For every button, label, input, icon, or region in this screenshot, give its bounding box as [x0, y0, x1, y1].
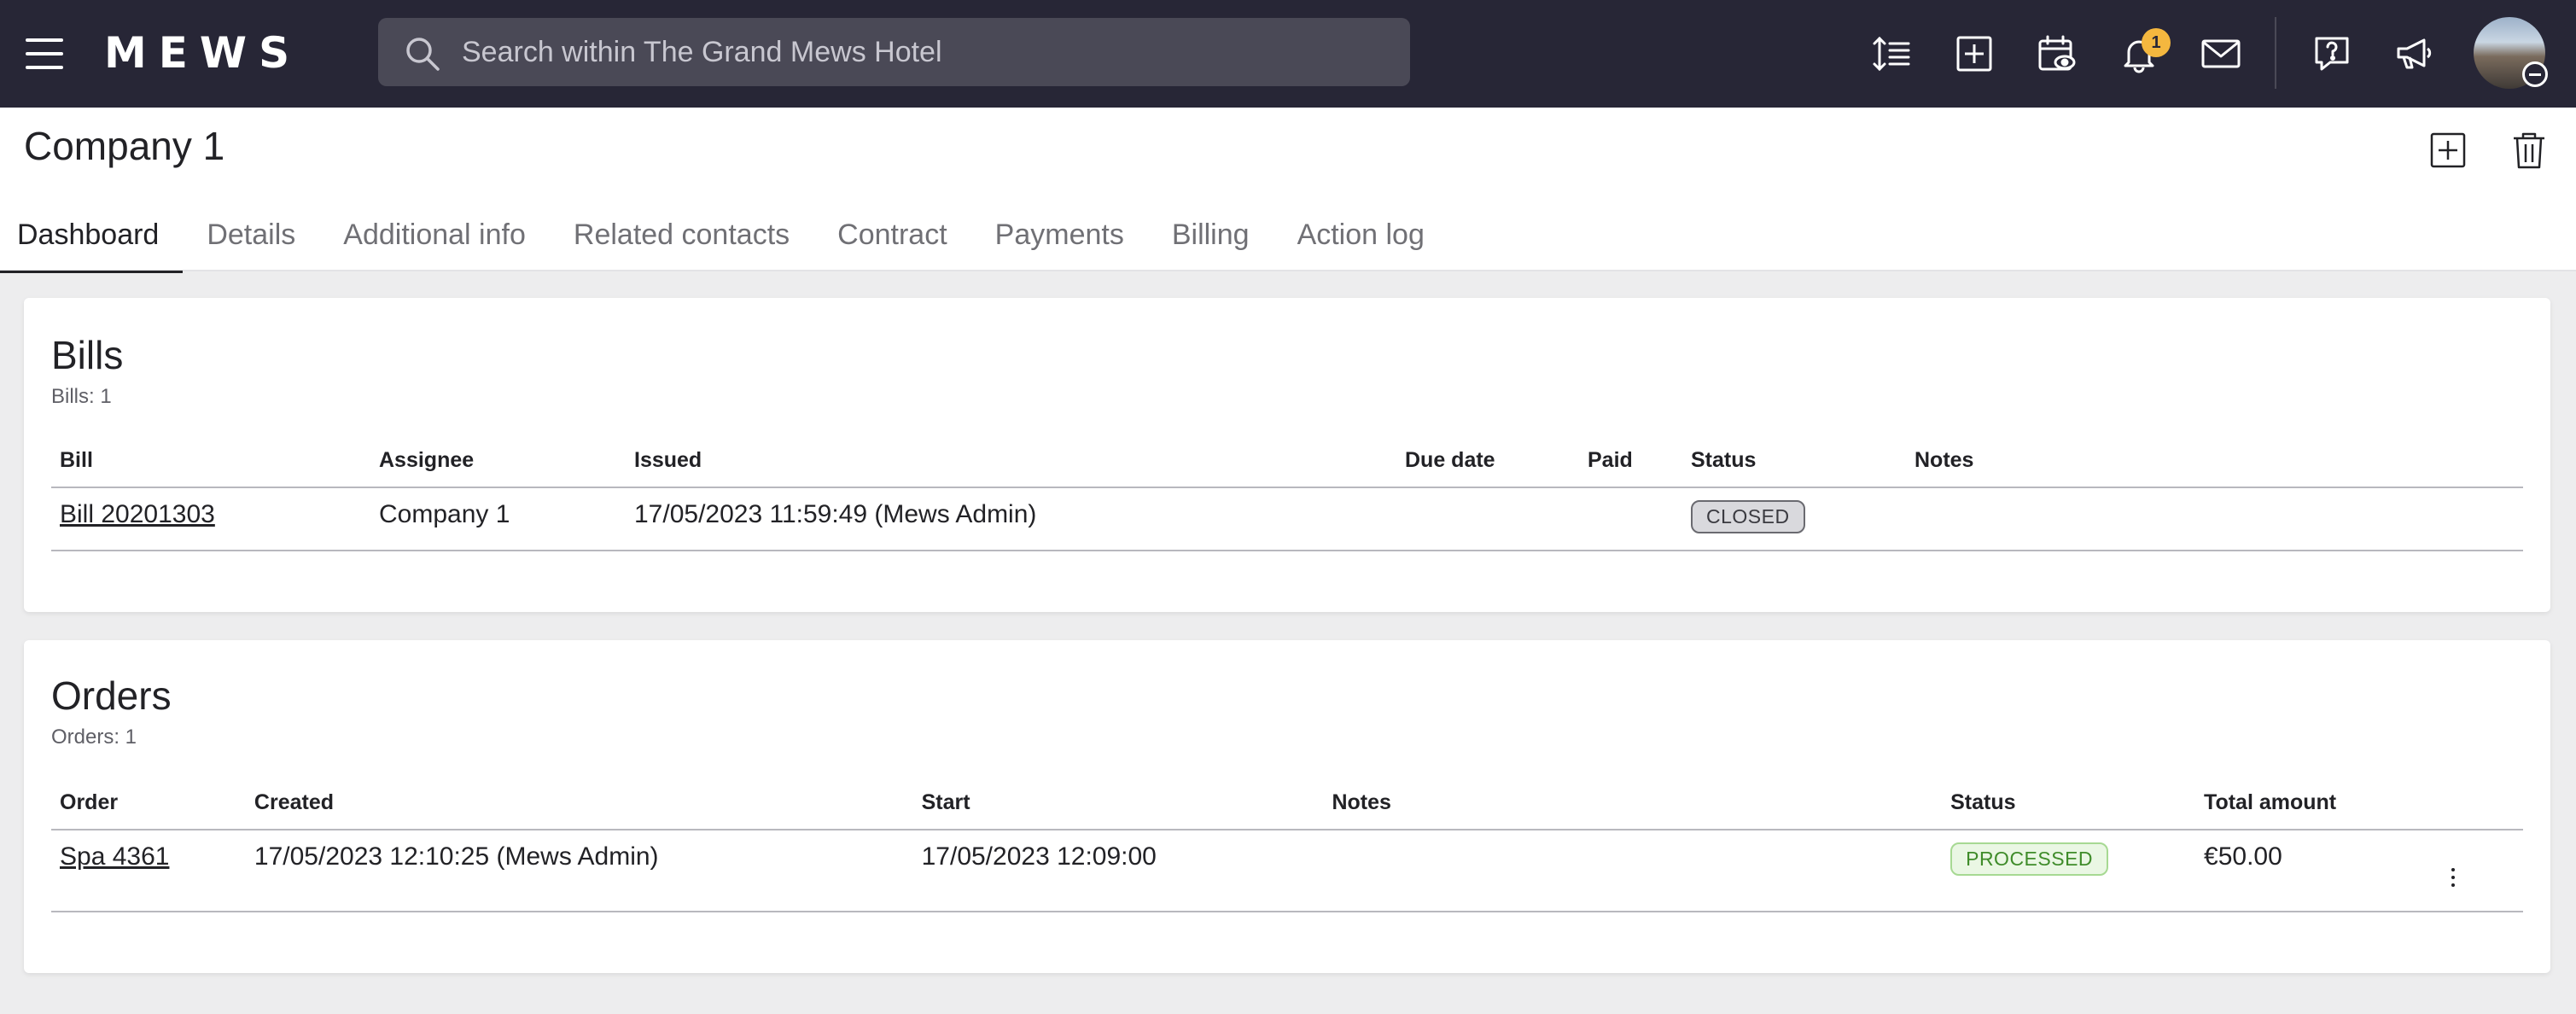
- add-square-icon: [2430, 132, 2466, 168]
- order-notes: [1323, 830, 1943, 912]
- table-row: Bill 20201303 Company 1 17/05/2023 11:59…: [51, 487, 2523, 551]
- help-icon[interactable]: [2306, 28, 2357, 79]
- tab-payments[interactable]: Payments: [971, 198, 1148, 271]
- mail-icon[interactable]: [2195, 28, 2247, 79]
- bill-link[interactable]: Bill 20201303: [60, 500, 215, 528]
- calendar-view-icon[interactable]: [2031, 28, 2083, 79]
- bill-due-date: [1396, 487, 1579, 551]
- page-header: Company 1 Dashboard Details Additional i…: [0, 108, 2576, 273]
- column-header-assignee[interactable]: Assignee: [370, 434, 626, 488]
- toolbar-divider: [2275, 17, 2276, 89]
- table-row: Spa 4361 17/05/2023 12:10:25 (Mews Admin…: [51, 830, 2523, 912]
- orders-card: Orders Orders: 1 Order Created Start Not…: [24, 640, 2550, 973]
- orders-table: Order Created Start Notes Status Total a…: [51, 777, 2523, 912]
- megaphone-icon[interactable]: [2388, 28, 2439, 79]
- notification-badge: 1: [2142, 28, 2171, 57]
- order-link[interactable]: Spa 4361: [60, 842, 169, 871]
- bills-card: Bills Bills: 1 Bill Assignee Issued Due …: [24, 298, 2550, 612]
- column-header-issued[interactable]: Issued: [626, 434, 1396, 488]
- order-total-amount: €50.00: [2195, 830, 2434, 912]
- column-header-created[interactable]: Created: [245, 777, 913, 830]
- tab-action-log[interactable]: Action log: [1273, 198, 1448, 271]
- tab-details[interactable]: Details: [183, 198, 319, 271]
- bills-count: Bills: 1: [51, 385, 112, 408]
- sort-lines-icon[interactable]: [1866, 28, 1917, 79]
- column-header-status[interactable]: Status: [1942, 777, 2196, 830]
- tab-dashboard[interactable]: Dashboard: [0, 198, 184, 273]
- column-header-start[interactable]: Start: [912, 777, 1324, 830]
- tab-billing[interactable]: Billing: [1148, 198, 1273, 271]
- bills-header-row: Bill Assignee Issued Due date Paid Statu…: [51, 434, 2523, 488]
- search-icon: [406, 38, 440, 71]
- bell-icon[interactable]: 1: [2113, 28, 2171, 79]
- more-options-icon[interactable]: [2443, 863, 2463, 892]
- column-header-total-amount[interactable]: Total amount: [2195, 777, 2434, 830]
- page-title: Company 1: [24, 124, 225, 168]
- bill-assignee: Company 1: [370, 487, 626, 551]
- avatar-status-icon: [2522, 61, 2548, 87]
- bills-table: Bill Assignee Issued Due date Paid Statu…: [51, 434, 2523, 551]
- column-header-notes[interactable]: Notes: [1906, 434, 2523, 488]
- bill-notes: [1906, 487, 2523, 551]
- bill-issued: 17/05/2023 11:59:49 (Mews Admin): [626, 487, 1396, 551]
- search-bar: [378, 18, 1410, 86]
- orders-title: Orders: [51, 673, 172, 718]
- delete-button[interactable]: [2505, 126, 2553, 174]
- top-navigation-bar: MEWS 1: [0, 0, 2576, 108]
- order-start: 17/05/2023 12:09:00: [912, 830, 1324, 912]
- column-header-bill[interactable]: Bill: [51, 434, 370, 488]
- bill-paid: [1579, 487, 1682, 551]
- status-badge: CLOSED: [1691, 500, 1805, 533]
- column-header-order[interactable]: Order: [51, 777, 246, 830]
- orders-header-row: Order Created Start Notes Status Total a…: [51, 777, 2523, 830]
- tab-related-contacts[interactable]: Related contacts: [550, 198, 813, 271]
- trash-icon: [2514, 132, 2544, 169]
- column-header-actions: [2434, 777, 2523, 830]
- add-button[interactable]: [2424, 126, 2472, 174]
- column-header-notes[interactable]: Notes: [1323, 777, 1943, 830]
- column-header-paid[interactable]: Paid: [1579, 434, 1682, 488]
- column-header-status[interactable]: Status: [1682, 434, 1906, 488]
- tab-contract[interactable]: Contract: [813, 198, 971, 271]
- menu-icon[interactable]: [26, 38, 63, 69]
- mews-logo[interactable]: MEWS: [104, 28, 301, 78]
- tab-additional-info[interactable]: Additional info: [319, 198, 550, 271]
- tab-bar: Dashboard Details Additional info Relate…: [0, 198, 1448, 273]
- search-input[interactable]: [462, 18, 1384, 86]
- orders-count: Orders: 1: [51, 726, 137, 749]
- status-badge: PROCESSED: [1950, 842, 2109, 876]
- bills-title: Bills: [51, 333, 124, 377]
- add-square-icon[interactable]: [1949, 28, 2000, 79]
- column-header-due-date[interactable]: Due date: [1396, 434, 1579, 488]
- order-created: 17/05/2023 12:10:25 (Mews Admin): [245, 830, 913, 912]
